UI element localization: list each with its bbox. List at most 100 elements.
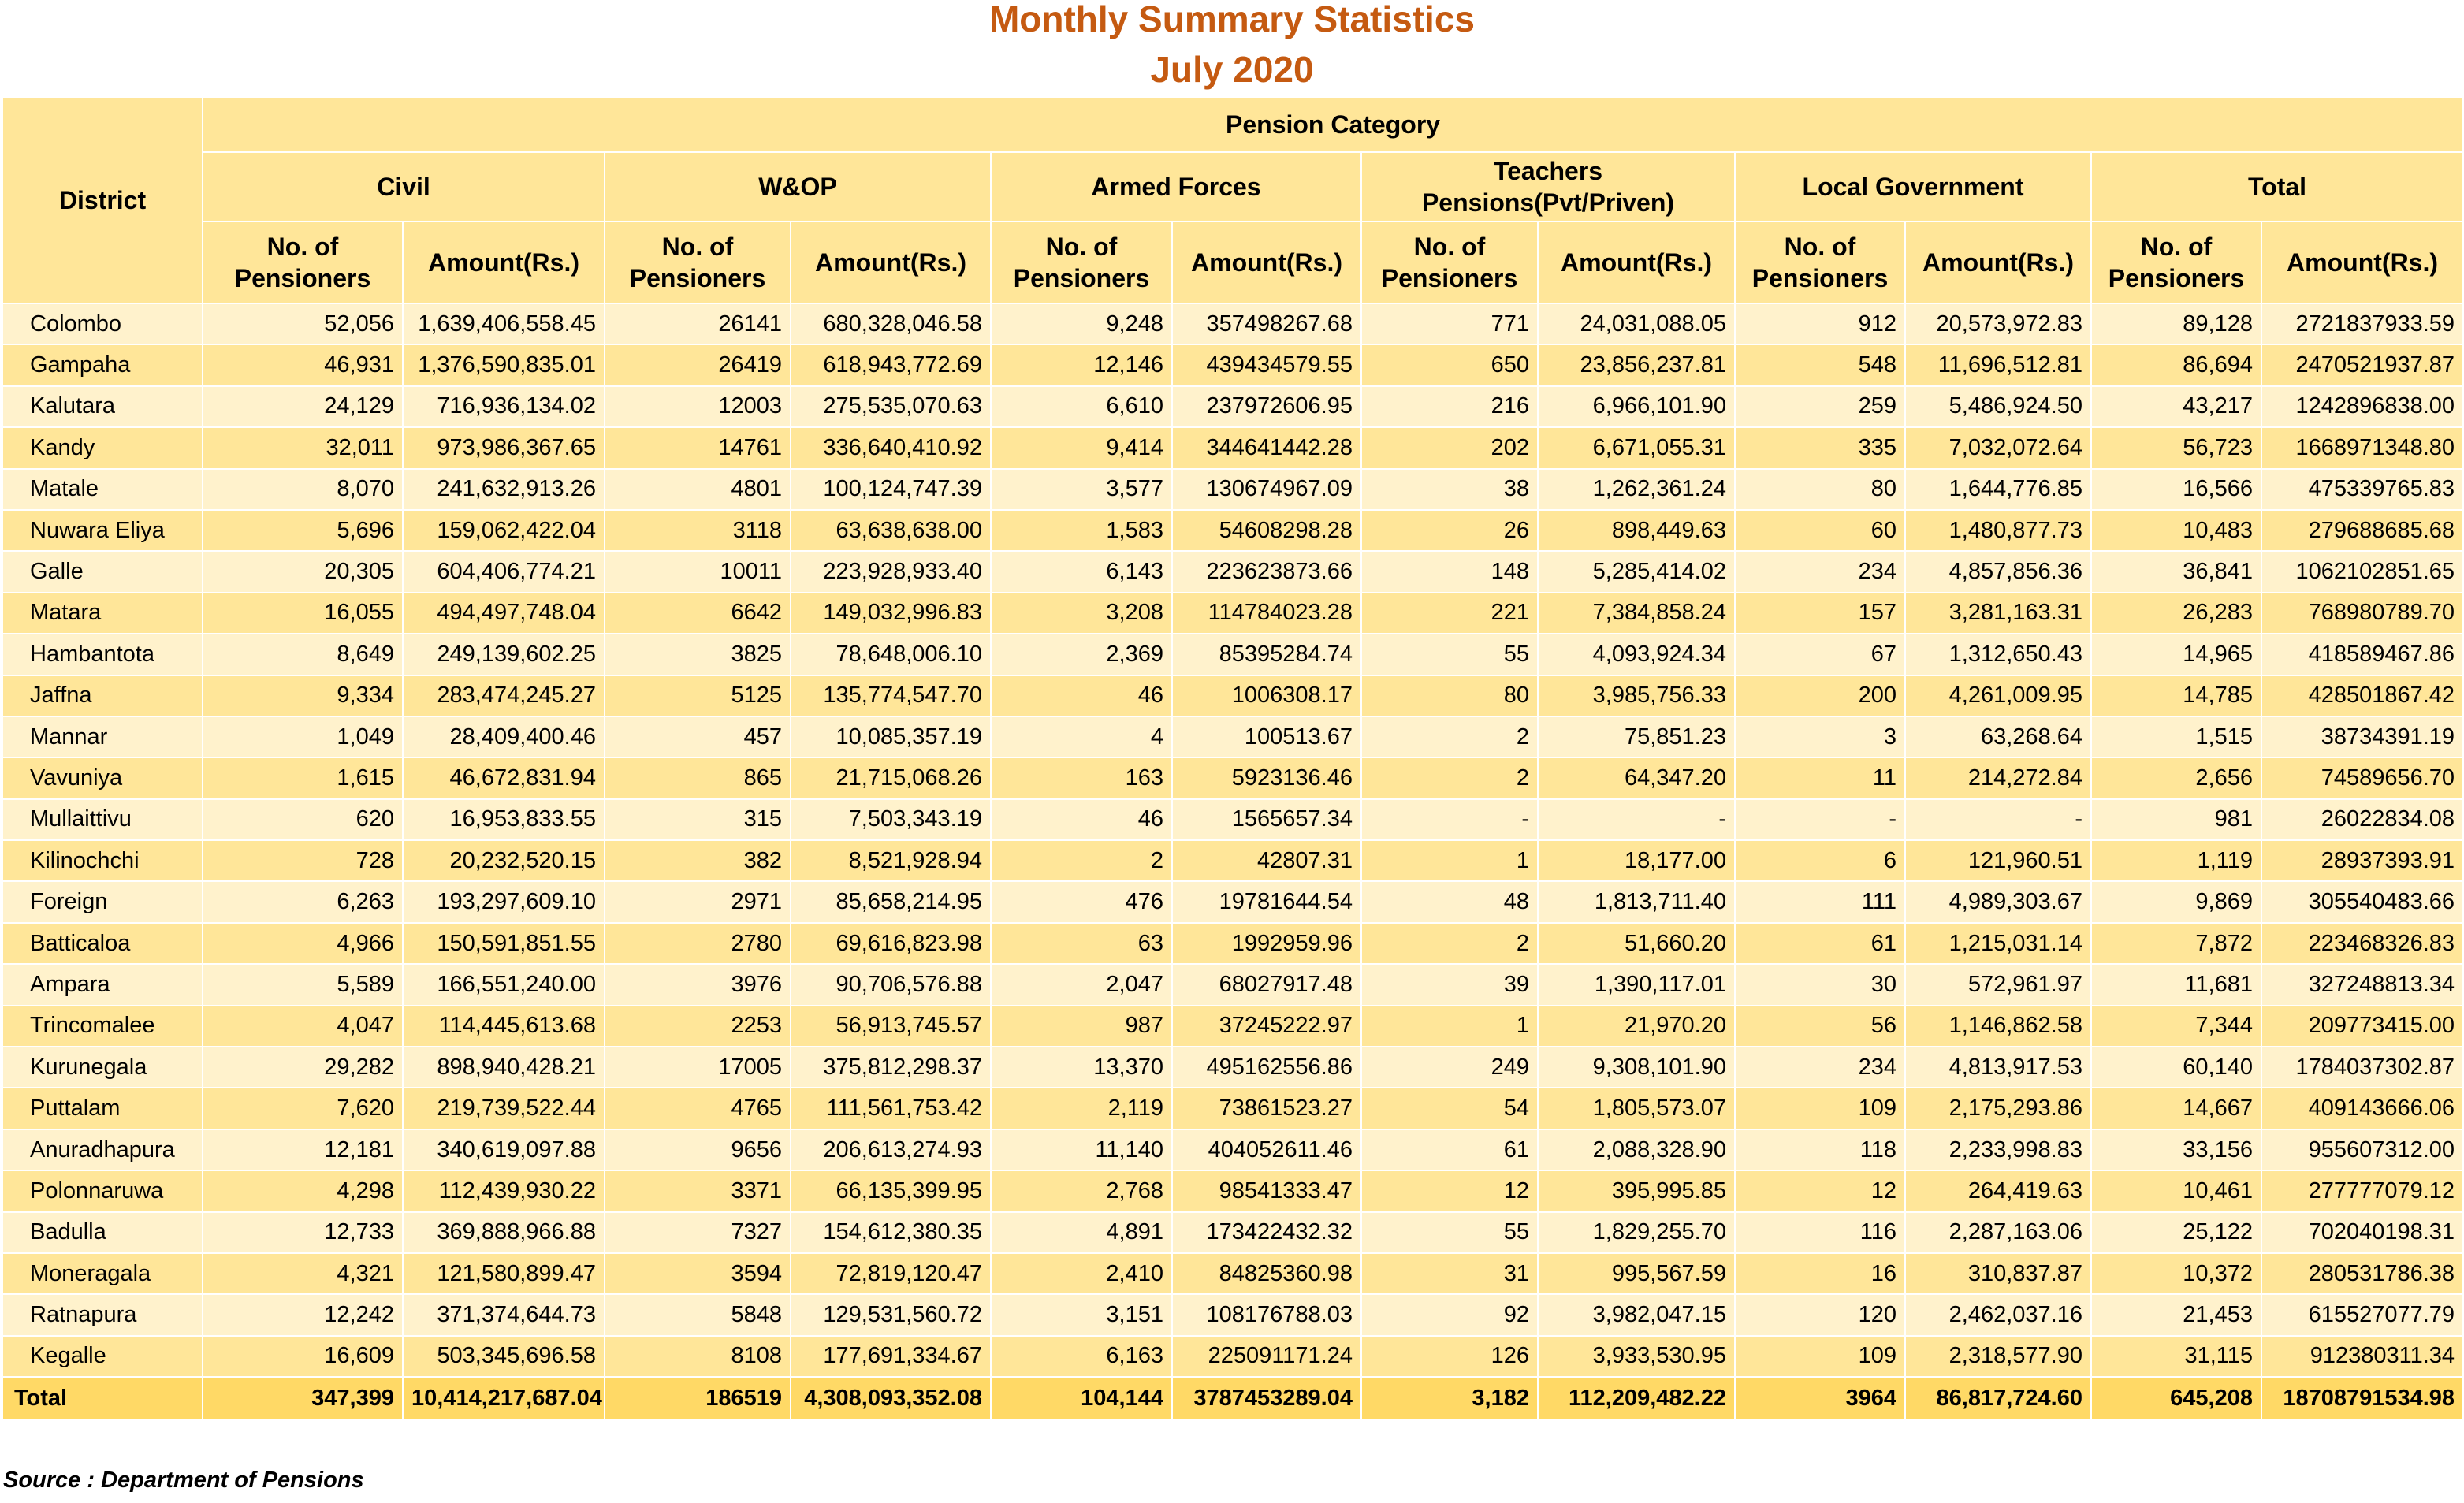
table-cell: 209773415.00 [2260,1004,2464,1048]
district-name: Kalutara [2,385,203,429]
table-cell: 223468326.83 [2260,921,2464,965]
district-name: Kegalle [2,1334,203,1378]
table-cell: 11 [1734,757,1906,800]
table-cell: 1,480,877.73 [1904,508,2092,552]
table-cell: 4,989,303.67 [1904,880,2092,924]
table-row: Gampaha 46,931 1,376,590,835.01 26419 618,94… [2,344,2464,387]
table-row: Kegalle 16,609 503,345,696.58 8108 177,691,3… [2,1334,2464,1378]
district-name: Ratnapura [2,1293,203,1337]
table-cell: 2721837933.59 [2260,302,2464,346]
table-cell: 6,263 [202,880,404,924]
table-cell: 84825360.98 [1171,1252,1362,1296]
table-cell: - [1360,798,1539,842]
table-cell: 38 [1360,467,1539,511]
table-cell: 56,723 [2090,426,2262,470]
table-cell: 121,960.51 [1904,839,2092,883]
table-cell: 12,733 [202,1211,404,1254]
table-cell: 3,151 [990,1293,1173,1337]
table-cell: 24,031,088.05 [1537,302,1736,346]
table-cell: 4,891 [990,1211,1173,1254]
total-cell: 18708791534.98 [2260,1376,2464,1421]
table-cell: 157 [1734,591,1906,635]
table-cell: 1,644,776.85 [1904,467,2092,511]
table-cell: 36,841 [2090,550,2262,593]
table-cell: 955607312.00 [2260,1128,2464,1172]
table-cell: 494,497,748.04 [402,591,605,635]
table-cell: 100513.67 [1171,715,1362,759]
table-row: Nuwara Eliya 5,696 159,062,422.04 3118 63,63… [2,508,2464,552]
table-cell: 114,445,613.68 [402,1004,605,1048]
pension-category-header: Pension Category [201,96,2464,153]
table-cell: 5,696 [202,508,404,552]
col-pensioners: No. of Pensioners [202,221,404,304]
table-cell: 30 [1734,963,1906,1006]
table-body: Colombo 52,056 1,639,406,558.45 26141 680,32… [2,302,2464,1378]
table-cell: 1,390,117.01 [1537,963,1736,1006]
table-cell: 2,318,577.90 [1904,1334,2092,1378]
table-cell: 10,372 [2090,1252,2262,1296]
col-amount: Amount(Rs.) [1904,221,2092,304]
district-name: Gampaha [2,344,203,387]
table-cell: 223623873.66 [1171,550,1362,593]
district-name: Galle [2,550,203,593]
table-cell: 1,583 [990,508,1173,552]
table-cell: 32,011 [202,426,404,470]
table-cell: 206,613,274.93 [790,1128,992,1172]
table-cell: 277777079.12 [2260,1170,2464,1213]
table-cell: 2,768 [990,1170,1173,1213]
table-cell: 620 [202,798,404,842]
total-label: Total [2,1376,203,1421]
table-cell: 650 [1360,344,1539,387]
table-cell: 340,619,097.88 [402,1128,605,1172]
table-cell: 219,739,522.44 [402,1087,605,1130]
table-cell: 2,088,328.90 [1537,1128,1736,1172]
table-cell: 9,334 [202,674,404,717]
district-name: Ampara [2,963,203,1006]
table-cell: 1,262,361.24 [1537,467,1736,511]
table-cell: 221 [1360,591,1539,635]
table-cell: 193,297,609.10 [402,880,605,924]
table-cell: 26022834.08 [2260,798,2464,842]
table-cell: 8,649 [202,633,404,676]
table-cell: 3,208 [990,591,1173,635]
table-cell: 912380311.34 [2260,1334,2464,1378]
table-cell: 10,085,357.19 [790,715,992,759]
table-cell: 11,140 [990,1128,1173,1172]
table-cell: 5,589 [202,963,404,1006]
table-cell: 26,283 [2090,591,2262,635]
table-cell: 898,449.63 [1537,508,1736,552]
table-row: Batticaloa 4,966 150,591,851.55 2780 69,616,… [2,921,2464,965]
table-cell: 4,857,856.36 [1904,550,2092,593]
table-cell: 2 [1360,715,1539,759]
table-cell: 46,931 [202,344,404,387]
table-cell: 1 [1360,839,1539,883]
table-cell: 369,888,966.88 [402,1211,605,1254]
table-cell: 503,345,696.58 [402,1334,605,1378]
district-name: Kurunegala [2,1046,203,1089]
table-cell: 100,124,747.39 [790,467,992,511]
table-cell: 1,312,650.43 [1904,633,2092,676]
table-cell: 7327 [604,1211,791,1254]
table-cell: 9,869 [2090,880,2262,924]
table-cell: 283,474,245.27 [402,674,605,717]
district-name: Kandy [2,426,203,470]
table-cell: 249 [1360,1046,1539,1089]
table-cell: 548 [1734,344,1906,387]
table-cell: 259 [1734,385,1906,429]
table-cell: 9,308,101.90 [1537,1046,1736,1089]
col-pensioners: No. of Pensioners [2090,221,2262,304]
table-cell: 7,503,343.19 [790,798,992,842]
table-cell: 37245222.97 [1171,1004,1362,1048]
col-pensioners: No. of Pensioners [1360,221,1539,304]
table-cell: 912 [1734,302,1906,346]
table-cell: 404052611.46 [1171,1128,1362,1172]
table-cell: 1565657.34 [1171,798,1362,842]
table-cell: 6642 [604,591,791,635]
table-cell: 46,672,831.94 [402,757,605,800]
table-cell: 12003 [604,385,791,429]
table-cell: 80 [1360,674,1539,717]
table-cell: - [1734,798,1906,842]
col-amount: Amount(Rs.) [402,221,605,304]
table-cell: 2,175,293.86 [1904,1087,2092,1130]
table-cell: 1062102851.65 [2260,550,2464,593]
